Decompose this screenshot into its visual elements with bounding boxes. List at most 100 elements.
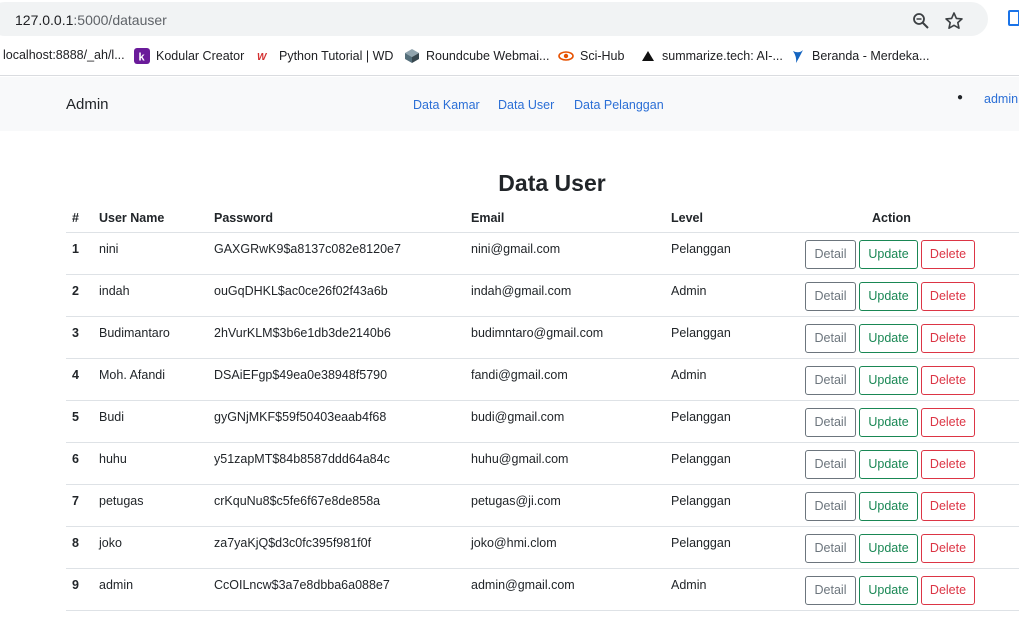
update-button[interactable]: Update: [859, 324, 918, 353]
cell-username: Moh. Afandi: [99, 368, 166, 382]
bookmark-label: Roundcube Webmai...: [426, 49, 550, 63]
update-button[interactable]: Update: [859, 282, 918, 311]
detail-button[interactable]: Detail: [805, 450, 856, 479]
cell-username: Budi: [99, 410, 125, 424]
bookmark-kodular[interactable]: k Kodular Creator: [134, 48, 244, 64]
bookmark-roundcube[interactable]: Roundcube Webmai...: [404, 48, 549, 64]
bookmark-star-icon[interactable]: [944, 11, 964, 31]
triangle-icon: [642, 51, 654, 61]
delete-button[interactable]: Delete: [921, 282, 975, 311]
extension-icon[interactable]: [1008, 10, 1019, 26]
cell-number: 8: [72, 536, 79, 550]
table-row: 7 petugas crKquNu8$c5fe6f67e8de858a petu…: [0, 485, 1019, 527]
cell-password: za7yaKjQ$d3c0fc395f981f0f: [214, 536, 372, 550]
wd-icon: W: [257, 52, 268, 63]
bookmark-merdeka[interactable]: Beranda - Merdeka...: [790, 48, 929, 64]
cell-level: Pelanggan: [671, 452, 731, 466]
col-header-password: Password: [214, 211, 274, 225]
detail-button[interactable]: Detail: [805, 492, 856, 521]
detail-button[interactable]: Detail: [805, 240, 856, 269]
navbar-brand[interactable]: Admin: [66, 96, 109, 113]
bookmark-scihub[interactable]: Sci-Hub: [558, 48, 624, 64]
svg-text:W: W: [257, 52, 268, 63]
bookmark-label: Beranda - Merdeka...: [812, 49, 930, 63]
cell-password: crKquNu8$c5fe6f67e8de858a: [214, 494, 381, 508]
cell-number: 7: [72, 494, 79, 508]
update-button[interactable]: Update: [859, 492, 918, 521]
bookmark-label: Sci-Hub: [580, 49, 625, 63]
svg-text:k: k: [139, 52, 146, 64]
cell-level: Admin: [671, 368, 707, 382]
url-path: :5000/datauser: [73, 12, 167, 28]
bookmark-label: localhost:8888/_ah/l...: [3, 48, 125, 62]
col-header-level: Level: [671, 211, 703, 225]
delete-button[interactable]: Delete: [921, 324, 975, 353]
detail-button[interactable]: Detail: [805, 366, 856, 395]
table-row: 3 Budimantaro 2hVurKLM$3b6e1db3de2140b6 …: [0, 317, 1019, 359]
cell-password: 2hVurKLM$3b6e1db3de2140b6: [214, 326, 391, 340]
detail-button[interactable]: Detail: [805, 324, 856, 353]
update-button[interactable]: Update: [859, 576, 918, 605]
cell-password: GAXGRwK9$a8137c082e8120e7: [214, 242, 401, 256]
cell-email: fandi@gmail.com: [471, 368, 568, 382]
col-header-email: Email: [471, 211, 505, 225]
cell-username: indah: [99, 284, 130, 298]
table-row: 2 indah ouGqDHKL$ac0ce26f02f43a6b indah@…: [0, 275, 1019, 317]
url-host: 127.0.0.1: [15, 12, 74, 28]
col-header-username: User Name: [99, 211, 165, 225]
col-header-action: Action: [872, 211, 911, 225]
update-button[interactable]: Update: [859, 534, 918, 563]
bookmark-label: Kodular Creator: [156, 49, 245, 63]
cell-email: indah@gmail.com: [471, 284, 572, 298]
zoom-icon[interactable]: [912, 12, 930, 30]
table-row: 9 admin CcOILncw$3a7e8dbba6a088e7 admin@…: [0, 569, 1019, 611]
address-bar[interactable]: 127.0.0.1:5000/datauser: [0, 2, 988, 36]
detail-button[interactable]: Detail: [805, 282, 856, 311]
nav-admin-user[interactable]: admin: [984, 92, 1018, 106]
detail-button[interactable]: Detail: [805, 408, 856, 437]
delete-button[interactable]: Delete: [921, 450, 975, 479]
delete-button[interactable]: Delete: [921, 534, 975, 563]
update-button[interactable]: Update: [859, 240, 918, 269]
table-row: 1 nini GAXGRwK9$a8137c082e8120e7 nini@gm…: [0, 233, 1019, 275]
nav-data-pelanggan[interactable]: Data Pelanggan: [574, 98, 664, 112]
cell-email: petugas@ji.com: [471, 494, 561, 508]
roundcube-icon: [405, 49, 419, 63]
update-button[interactable]: Update: [859, 366, 918, 395]
update-button[interactable]: Update: [859, 408, 918, 437]
url-text[interactable]: 127.0.0.1:5000/datauser: [15, 12, 167, 28]
detail-button[interactable]: Detail: [805, 576, 856, 605]
cell-email: joko@hmi.clom: [471, 536, 557, 550]
bookmark-python-tutorial[interactable]: W Python Tutorial | WD: [257, 48, 393, 64]
cell-level: Pelanggan: [671, 326, 731, 340]
delete-button[interactable]: Delete: [921, 366, 975, 395]
nav-data-user[interactable]: Data User: [498, 98, 554, 112]
kodular-icon: k: [134, 48, 150, 64]
cell-number: 3: [72, 326, 79, 340]
bookmark-summarize[interactable]: summarize.tech: AI-...: [640, 48, 783, 64]
bookmark-label: Python Tutorial | WD: [279, 49, 394, 63]
update-button[interactable]: Update: [859, 450, 918, 479]
delete-button[interactable]: Delete: [921, 576, 975, 605]
cell-level: Admin: [671, 578, 707, 592]
cell-username: petugas: [99, 494, 144, 508]
browser-toolbar: 127.0.0.1:5000/datauser: [0, 0, 1019, 38]
delete-button[interactable]: Delete: [921, 240, 975, 269]
merdeka-icon: [793, 50, 803, 63]
cell-password: DSAiEFgp$49ea0e38948f5790: [214, 368, 388, 382]
cell-username: admin: [99, 578, 134, 592]
cell-password: ouGqDHKL$ac0ce26f02f43a6b: [214, 284, 388, 298]
cell-level: Pelanggan: [671, 410, 731, 424]
cell-email: budi@gmail.com: [471, 410, 565, 424]
cell-number: 4: [72, 368, 79, 382]
nav-data-kamar[interactable]: Data Kamar: [413, 98, 480, 112]
bookmark-localhost[interactable]: localhost:8888/_ah/l...: [3, 48, 125, 62]
cell-email: admin@gmail.com: [471, 578, 575, 592]
list-bullet: ●: [957, 92, 964, 103]
delete-button[interactable]: Delete: [921, 408, 975, 437]
cell-password: y51zapMT$84b8587ddd64a84c: [214, 452, 390, 466]
detail-button[interactable]: Detail: [805, 534, 856, 563]
cell-level: Pelanggan: [671, 536, 731, 550]
delete-button[interactable]: Delete: [921, 492, 975, 521]
cell-number: 5: [72, 410, 79, 424]
